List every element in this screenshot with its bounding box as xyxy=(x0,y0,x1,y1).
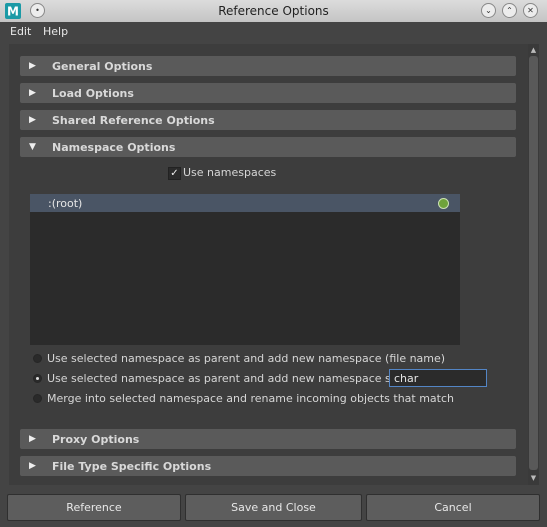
close-icon: ✕ xyxy=(527,6,534,15)
section-label: General Options xyxy=(52,60,153,73)
radio-parent-filename[interactable] xyxy=(33,354,42,363)
save-and-close-button[interactable]: Save and Close xyxy=(185,494,362,521)
radio-parent-string[interactable] xyxy=(33,374,42,383)
expand-arrow-icon: ▶ xyxy=(29,461,36,471)
expand-arrow-icon: ▶ xyxy=(29,61,36,71)
section-namespace-options[interactable]: ▼ Namespace Options xyxy=(20,137,516,157)
expand-arrow-icon: ▶ xyxy=(29,434,36,444)
section-label: Load Options xyxy=(52,87,134,100)
section-shared-reference-options[interactable]: ▶ Shared Reference Options xyxy=(20,110,516,130)
section-proxy-options[interactable]: ▶ Proxy Options xyxy=(20,429,516,449)
section-general-options[interactable]: ▶ General Options xyxy=(20,56,516,76)
window-title: Reference Options xyxy=(218,4,329,18)
radio-merge[interactable] xyxy=(33,394,42,403)
use-namespaces-label: Use namespaces xyxy=(183,166,277,179)
section-file-type-specific-options[interactable]: ▶ File Type Specific Options xyxy=(20,456,516,476)
use-namespaces-checkbox[interactable]: ✓ xyxy=(168,167,181,180)
scroll-up-arrow-icon[interactable]: ▲ xyxy=(529,45,538,55)
scroll-down-arrow-icon[interactable]: ▼ xyxy=(529,473,538,483)
collapse-arrow-icon: ▼ xyxy=(29,142,36,152)
close-button[interactable]: ✕ xyxy=(523,3,538,18)
minimize-icon: ⌄ xyxy=(485,6,492,15)
section-label: Namespace Options xyxy=(52,141,176,154)
section-load-options[interactable]: ▶ Load Options xyxy=(20,83,516,103)
minimize-button[interactable]: ⌄ xyxy=(481,3,496,18)
namespace-string-input[interactable] xyxy=(389,369,487,387)
expand-arrow-icon: ▶ xyxy=(29,115,36,125)
menu-edit[interactable]: Edit xyxy=(10,25,31,38)
radio-merge-label: Merge into selected namespace and rename… xyxy=(47,392,454,405)
radio-parent-filename-label: Use selected namespace as parent and add… xyxy=(47,352,446,365)
section-label: Proxy Options xyxy=(52,433,140,446)
cancel-button[interactable]: Cancel xyxy=(366,494,540,521)
radio-parent-string-label: Use selected namespace as parent and add… xyxy=(47,372,421,385)
checkmark-icon: ✓ xyxy=(170,168,179,179)
menu-bar: Edit Help xyxy=(0,22,547,41)
vertical-scrollbar[interactable]: ▲ ▼ xyxy=(528,44,539,485)
title-bar: M • Reference Options ⌄ ⌃ ✕ xyxy=(0,0,547,23)
namespace-root-label: :(root) xyxy=(48,197,83,210)
maximize-button[interactable]: ⌃ xyxy=(502,3,517,18)
section-label: File Type Specific Options xyxy=(52,460,212,473)
current-namespace-indicator-icon xyxy=(438,198,449,209)
menu-help[interactable]: Help xyxy=(43,25,68,38)
maximize-icon: ⌃ xyxy=(506,6,513,15)
section-label: Shared Reference Options xyxy=(52,114,215,127)
reference-button[interactable]: Reference xyxy=(7,494,181,521)
namespace-list[interactable]: :(root) xyxy=(30,194,460,345)
scrollbar-thumb[interactable] xyxy=(529,56,538,470)
expand-arrow-icon: ▶ xyxy=(29,88,36,98)
list-item[interactable]: :(root) xyxy=(30,194,460,212)
